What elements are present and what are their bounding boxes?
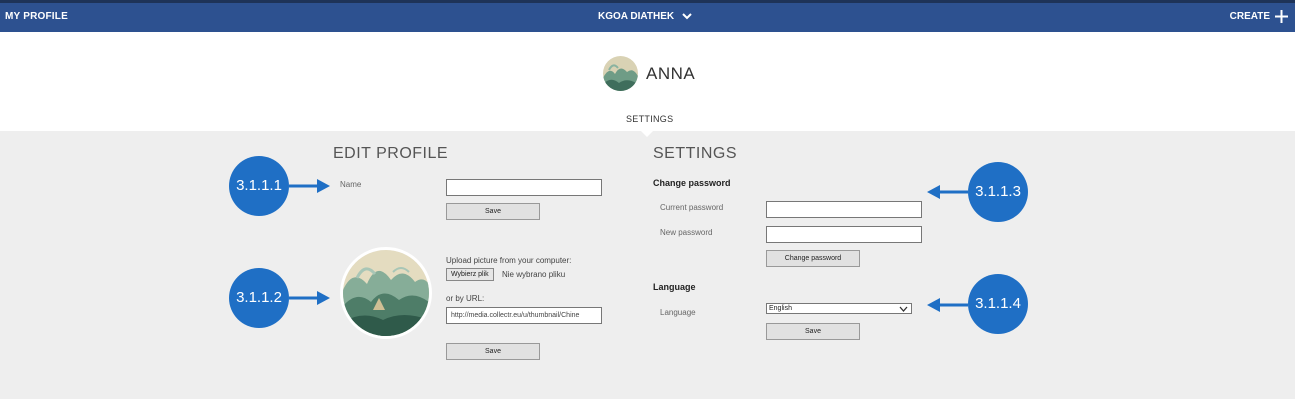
tab-pointer <box>640 130 654 137</box>
chevron-down-icon <box>682 13 692 20</box>
workspace-name: KGOA DIATHEK <box>598 11 675 22</box>
arrow-left-icon <box>927 185 968 199</box>
choose-file-button[interactable]: Wybierz plik <box>446 268 494 281</box>
arrow-right-icon <box>289 179 330 193</box>
create-button[interactable]: CREATE <box>1230 9 1289 24</box>
language-heading: Language <box>653 282 696 292</box>
current-password-label: Current password <box>660 203 724 212</box>
tab-settings[interactable]: SETTINGS <box>626 114 673 124</box>
change-password-heading: Change password <box>653 178 731 188</box>
annotation-badge: 3.1.1.1 <box>229 156 289 216</box>
annotation-badge: 3.1.1.2 <box>229 268 289 328</box>
save-name-button[interactable]: Save <box>446 203 540 220</box>
save-language-button[interactable]: Save <box>766 323 860 340</box>
current-password-field[interactable] <box>766 201 922 218</box>
arrow-right-icon <box>289 291 330 305</box>
name-field[interactable] <box>446 179 602 196</box>
settings-title: SETTINGS <box>653 145 738 162</box>
change-password-button[interactable]: Change password <box>766 250 860 267</box>
language-selected-value: English <box>769 305 792 312</box>
picture-url-field[interactable]: http://media.collectr.eu/u/thumbnail/Chi… <box>446 307 602 324</box>
name-label: Name <box>340 180 362 189</box>
upload-label: Upload picture from your computer: <box>446 256 572 265</box>
save-picture-button[interactable]: Save <box>446 343 540 360</box>
language-select[interactable]: English <box>766 303 912 314</box>
file-status: Nie wybrano pliku <box>502 270 566 279</box>
annotation-badge: 3.1.1.3 <box>968 162 1028 222</box>
workspace-dropdown[interactable]: KGOA DIATHEK <box>598 11 692 22</box>
new-password-label: New password <box>660 228 713 237</box>
plus-icon <box>1275 10 1288 23</box>
profile-header: ANNA SETTINGS <box>0 32 1295 131</box>
settings-content: EDIT PROFILE Name Save Upload picture fr… <box>0 130 1295 399</box>
url-label: or by URL: <box>446 294 485 303</box>
language-label: Language <box>660 308 696 317</box>
user-name: ANNA <box>646 64 696 83</box>
new-password-field[interactable] <box>766 226 922 243</box>
avatar <box>603 56 638 91</box>
profile-picture <box>340 247 432 339</box>
edit-profile-title: EDIT PROFILE <box>333 145 449 162</box>
arrow-left-icon <box>927 298 968 312</box>
my-profile-link[interactable]: MY PROFILE <box>5 11 68 22</box>
create-label: CREATE <box>1229 11 1270 22</box>
chevron-down-icon <box>899 306 908 312</box>
annotation-badge: 3.1.1.4 <box>968 274 1028 334</box>
top-navigation-bar: MY PROFILE KGOA DIATHEK CREATE <box>0 0 1295 32</box>
